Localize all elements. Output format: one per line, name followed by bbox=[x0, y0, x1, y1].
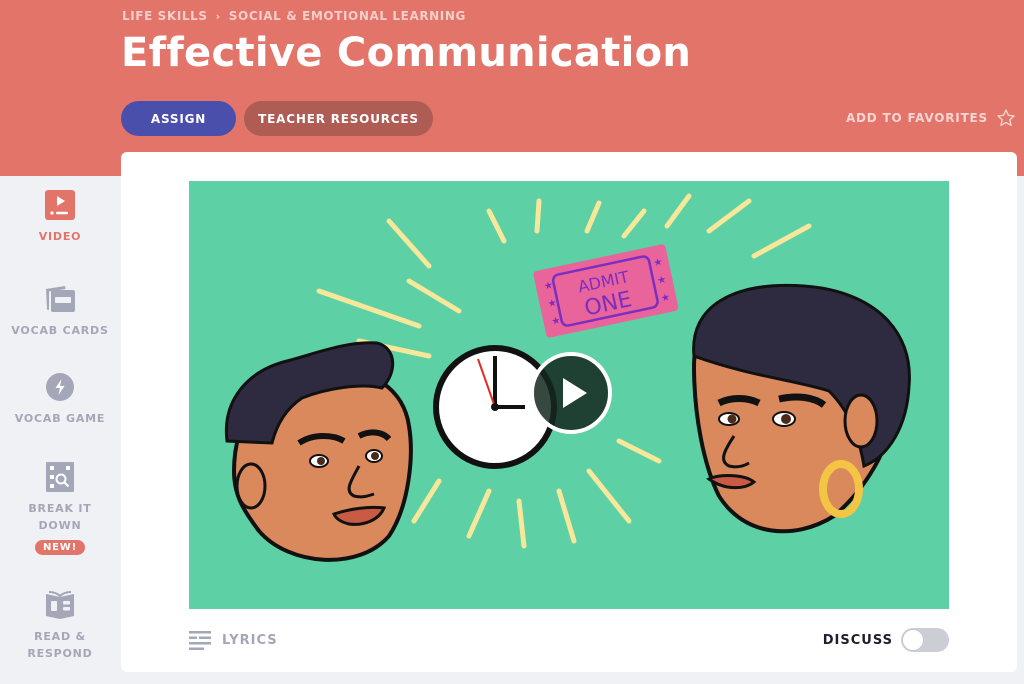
boy-face bbox=[224, 341, 413, 562]
book-icon bbox=[46, 591, 74, 619]
sidebar-item-read-respond[interactable]: READ & RESPOND bbox=[0, 590, 120, 662]
star-outline-icon bbox=[997, 109, 1015, 127]
chevron-right-icon: › bbox=[215, 9, 221, 23]
sidebar-item-label: VOCAB GAME bbox=[14, 412, 106, 425]
sidebar-item-label: BREAK IT DOWN bbox=[20, 500, 100, 534]
read-respond-text: READ & RESPOND bbox=[27, 630, 93, 660]
toggle-knob bbox=[902, 629, 924, 651]
lightning-icon bbox=[46, 373, 74, 401]
magnify-grid-icon bbox=[46, 462, 74, 492]
video-player[interactable]: ADMIT ONE ★ ★ ★ ★ ★ ★ bbox=[189, 181, 949, 609]
video-icon bbox=[45, 190, 75, 220]
breadcrumb: LIFE SKILLS › SOCIAL & EMOTIONAL LEARNIN… bbox=[122, 9, 466, 23]
play-button[interactable] bbox=[529, 351, 613, 435]
favorites-label: ADD TO FAVORITES bbox=[845, 111, 988, 125]
discuss-label: DISCUSS bbox=[822, 632, 893, 648]
sidebar-item-vocab-game[interactable]: VOCAB GAME bbox=[0, 372, 120, 427]
header: LIFE SKILLS › SOCIAL & EMOTIONAL LEARNIN… bbox=[0, 0, 1024, 176]
new-badge: NEW! bbox=[35, 540, 85, 555]
assign-button[interactable]: ASSIGN bbox=[121, 101, 236, 136]
break-it-down-text: BREAK IT DOWN bbox=[28, 502, 92, 532]
teacher-resources-button[interactable]: TEACHER RESOURCES bbox=[244, 101, 433, 136]
sidebar-item-break-it-down[interactable]: BREAK IT DOWN NEW! bbox=[0, 462, 120, 555]
lyrics-label: LYRICS bbox=[222, 632, 278, 648]
discuss-control: DISCUSS bbox=[823, 628, 949, 652]
breadcrumb-sel[interactable]: SOCIAL & EMOTIONAL LEARNING bbox=[229, 9, 466, 23]
sidebar-item-vocab-cards[interactable]: VOCAB CARDS bbox=[0, 282, 120, 339]
sidebar-item-label: VOCAB CARDS bbox=[11, 324, 109, 337]
lyrics-button[interactable]: LYRICS bbox=[189, 630, 278, 650]
sidebar-item-label: READ & RESPOND bbox=[25, 628, 95, 662]
discuss-toggle[interactable] bbox=[901, 628, 949, 652]
sidebar-item-video[interactable]: VIDEO bbox=[0, 190, 120, 245]
cards-icon bbox=[46, 286, 75, 312]
page-title: Effective Communication bbox=[121, 30, 692, 76]
lyrics-lines-icon bbox=[189, 631, 211, 650]
sidebar-item-label: VIDEO bbox=[38, 230, 82, 243]
breadcrumb-life-skills[interactable]: LIFE SKILLS bbox=[122, 9, 208, 23]
sidebar: VIDEO VOCAB CARDS VOCAB GAME BREAK IT DO… bbox=[0, 176, 120, 684]
add-to-favorites-button[interactable]: ADD TO FAVORITES bbox=[846, 108, 1016, 128]
